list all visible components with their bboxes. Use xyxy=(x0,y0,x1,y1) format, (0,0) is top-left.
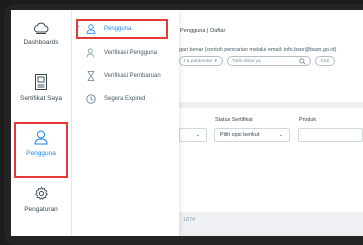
sidebar-item-pengaturan[interactable]: Pengaturan xyxy=(15,180,67,232)
chevron-down-icon: ⌄ xyxy=(278,132,283,138)
parameter-select[interactable]: t a parameter ▾ xyxy=(179,56,223,66)
cari-button-label: Cari xyxy=(320,58,330,64)
submenu-item-label: Verifikasi Pembaruan xyxy=(104,73,161,79)
produk-label: Produk xyxy=(299,117,317,123)
total-count: 1874 xyxy=(183,217,195,223)
search-placeholder: Tulis disini ya xyxy=(232,58,261,64)
submenu-item-verifikasi-pembaruan[interactable]: Verifikasi Pembaruan xyxy=(72,67,180,85)
chevron-down-icon: ⌄ xyxy=(195,132,200,138)
status-sertifikat-label: Status Sertifikat xyxy=(215,117,253,123)
submenu-item-segera-expired[interactable]: Segera Expired xyxy=(72,90,180,108)
user-check-icon xyxy=(86,48,96,58)
chevron-down-icon: ▾ xyxy=(214,58,217,64)
submenu-item-label: Verifikasi Pengguna xyxy=(104,50,158,56)
status-select-value: Pilih opsi berikut xyxy=(220,132,260,138)
status-sertifikat-select[interactable]: Pilih opsi berikut ⌄ xyxy=(214,128,290,142)
produk-select[interactable] xyxy=(298,128,363,142)
breadcrumb: Pengguna | Daftar xyxy=(180,28,226,34)
search-icon xyxy=(299,58,306,67)
submenu-item-verifikasi-pengguna[interactable]: Verifikasi Pengguna xyxy=(72,44,180,62)
highlight-box-submenu-pengguna xyxy=(76,19,168,39)
sidebar-item-label: Dashboards xyxy=(23,39,59,46)
filter-card: Status Sertifikat Produk ⌄ Pilih opsi be… xyxy=(179,108,363,212)
certificate-icon xyxy=(35,74,47,90)
gear-icon xyxy=(34,186,49,201)
sidebar-item-sertifikat-saya[interactable]: Sertifikat Saya xyxy=(15,68,67,120)
sidebar-item-dashboards[interactable]: Dashboards xyxy=(15,16,67,68)
highlight-box-pengguna xyxy=(14,122,68,178)
search-hint: gan benar (contoh pencarian melalui emai… xyxy=(179,47,337,53)
header-card: Pengguna | Daftar gan benar (contoh penc… xyxy=(179,10,363,102)
app-screen: Pengguna | Daftar gan benar (contoh penc… xyxy=(11,10,363,236)
sidebar-rail: Dashboards Sertifikat Saya Pengguna Peng… xyxy=(11,10,71,236)
submenu-panel: ▸ Pengguna Verifikasi Pengguna Verifikas… xyxy=(71,10,179,236)
sidebar-item-label: Pengaturan xyxy=(24,206,58,213)
cari-button[interactable]: Cari xyxy=(315,56,335,66)
parameter-select-label: t a parameter xyxy=(184,58,213,64)
main-content: Pengguna | Daftar gan benar (contoh penc… xyxy=(179,10,363,236)
clock-icon xyxy=(86,94,96,104)
search-input[interactable]: Tulis disini ya xyxy=(227,56,311,66)
hourglass-icon xyxy=(86,71,96,81)
submenu-item-label: Segera Expired xyxy=(104,96,146,102)
cloud-icon xyxy=(33,22,49,34)
sidebar-item-label: Sertifikat Saya xyxy=(20,95,62,102)
first-filter-select[interactable]: ⌄ xyxy=(179,128,207,142)
